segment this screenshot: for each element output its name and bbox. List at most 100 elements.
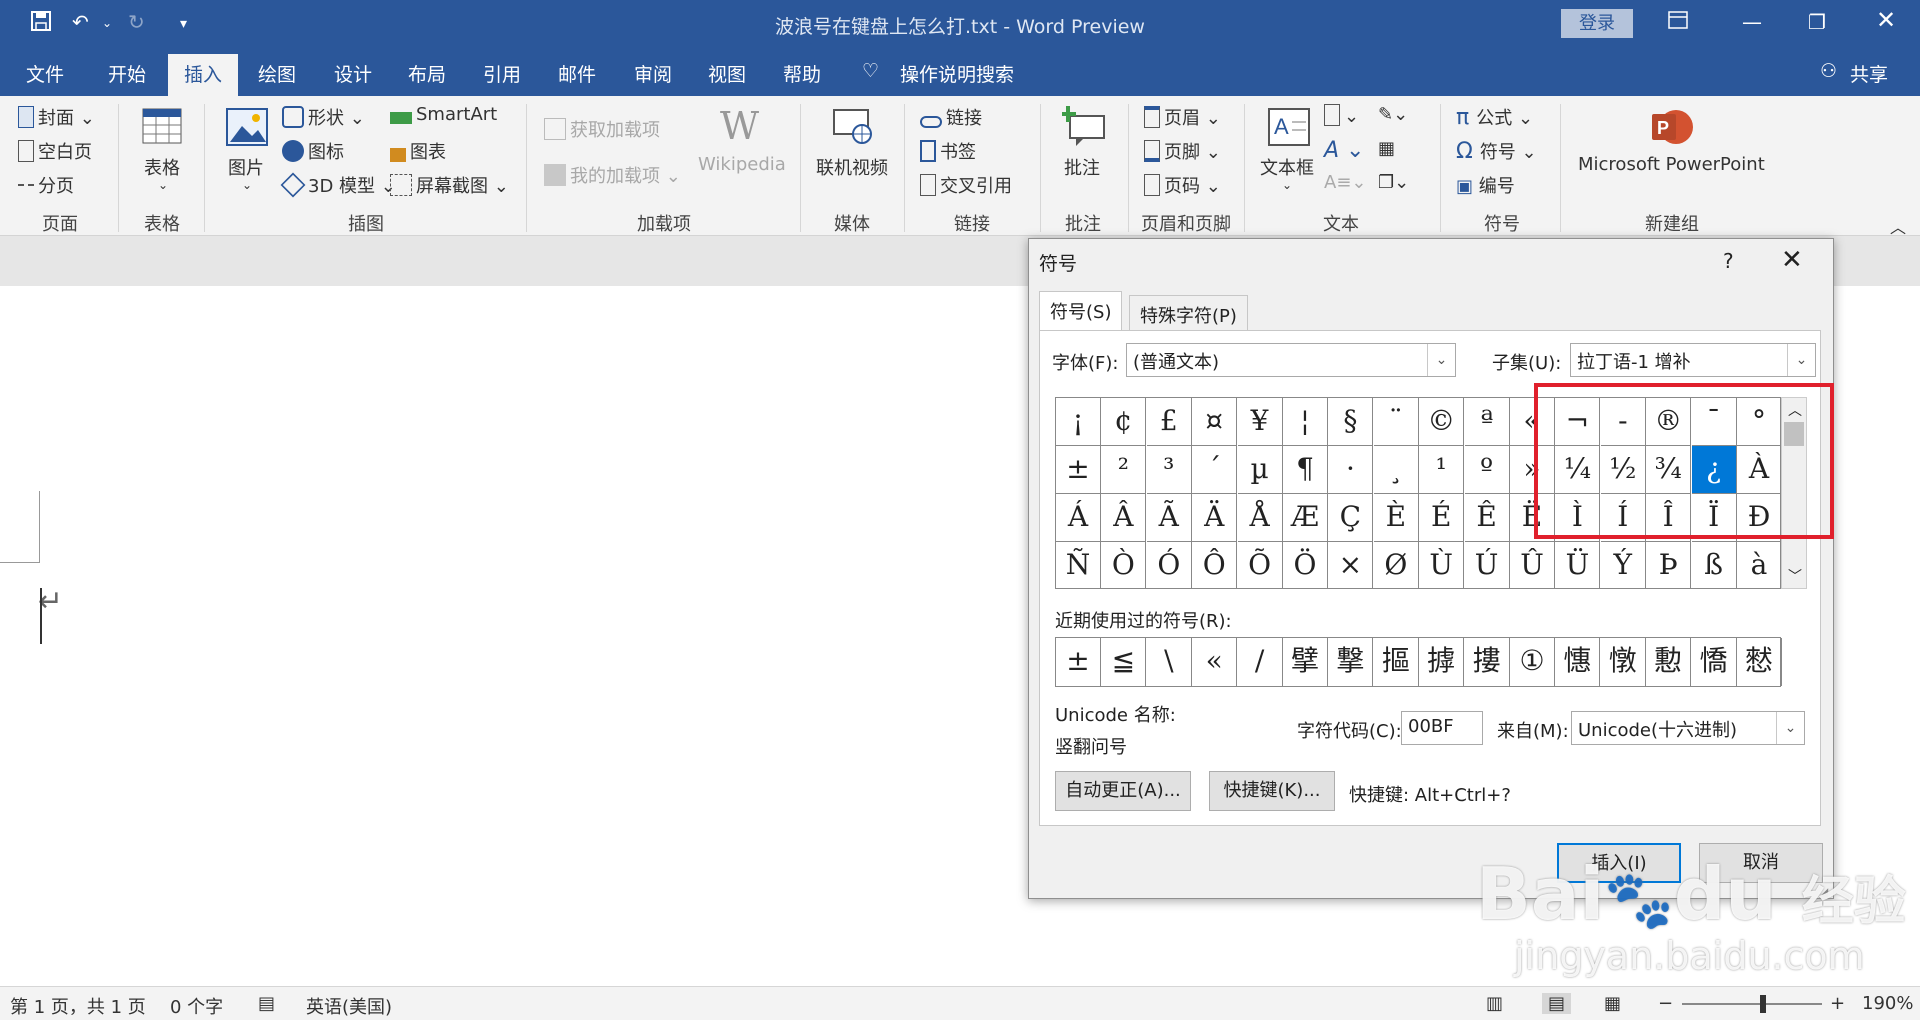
new-comment-icon[interactable] [1060, 106, 1106, 151]
my-addins-button[interactable]: 我的加载项 ⌄ [544, 162, 681, 188]
symbol-cell[interactable]: ª [1464, 398, 1510, 446]
symbol-cell[interactable]: © [1419, 398, 1465, 446]
powerpoint-button[interactable]: Microsoft PowerPoint [1578, 154, 1765, 175]
symbol-cell[interactable]: Ê [1464, 494, 1510, 542]
recent-symbol-cell[interactable]: 憖 [1737, 638, 1782, 686]
recent-symbol-cell[interactable]: 撃 [1328, 638, 1374, 686]
close-window-icon[interactable]: ✕ [1876, 6, 1896, 34]
recent-symbol-cell[interactable]: ± [1056, 638, 1101, 686]
tab-draw[interactable]: 绘图 [258, 60, 296, 87]
recent-symbol-cell[interactable]: 摳 [1374, 638, 1419, 686]
textbox-icon[interactable]: A [1268, 108, 1310, 151]
autocorrect-button[interactable]: 自动更正(A)... [1055, 771, 1191, 811]
table-icon[interactable] [142, 108, 182, 149]
tab-symbols[interactable]: 符号(S) [1039, 291, 1123, 331]
symbol-cell[interactable]: Ú [1465, 542, 1510, 588]
zoom-slider-thumb[interactable] [1760, 995, 1766, 1013]
textbox-button[interactable]: 文本框 [1260, 154, 1314, 180]
symbol-cell[interactable]: Õ [1238, 542, 1283, 588]
blank-page-button[interactable]: 空白页 [18, 138, 92, 164]
ribbon-display-icon[interactable] [1668, 10, 1688, 34]
zoom-slider[interactable] [1682, 1003, 1822, 1005]
zoom-level[interactable]: 190% [1862, 993, 1913, 1014]
drop-cap-icon[interactable]: A≡⌄ [1324, 172, 1366, 193]
symbol-cell[interactable]: Æ [1283, 494, 1328, 542]
login-button[interactable]: 登录 [1561, 9, 1633, 38]
tell-me-search[interactable]: 操作说明搜索 [900, 60, 1014, 87]
symbol-cell[interactable]: × [1328, 542, 1374, 588]
zoom-in-icon[interactable]: + [1830, 993, 1845, 1014]
tab-view[interactable]: 视图 [708, 60, 746, 87]
symbol-cell[interactable]: Û [1510, 542, 1555, 588]
quick-parts-icon[interactable]: ⌄ [1324, 104, 1359, 127]
symbol-cell[interactable]: ¦ [1283, 398, 1328, 446]
page-number-button[interactable]: 页码 ⌄ [1144, 172, 1221, 198]
symbol-cell[interactable]: Ù [1419, 542, 1465, 588]
symbol-cell[interactable]: Ò [1101, 542, 1147, 588]
symbol-cell[interactable]: Ý [1601, 542, 1646, 588]
symbol-cell[interactable]: ¢ [1101, 398, 1147, 446]
scroll-down-icon[interactable]: ﹀ [1788, 566, 1802, 586]
restore-icon[interactable]: ❐ [1808, 10, 1826, 34]
char-code-input[interactable]: 00BF [1401, 711, 1483, 745]
symbol-cell[interactable]: µ [1237, 446, 1283, 494]
symbol-cell[interactable]: Ô [1192, 542, 1238, 588]
symbol-cell[interactable]: Â [1101, 494, 1147, 542]
symbol-cell[interactable]: Ä [1192, 494, 1238, 542]
shortcut-key-button[interactable]: 快捷键(K)... [1209, 771, 1335, 811]
symbol-cell[interactable]: Ç [1328, 494, 1374, 542]
symbol-cell[interactable]: · [1328, 446, 1374, 494]
equation-button[interactable]: π 公式 ⌄ [1456, 104, 1533, 130]
symbol-cell[interactable]: ¡ [1056, 398, 1101, 446]
symbol-cell[interactable]: ³ [1146, 446, 1192, 494]
picture-button[interactable]: 图片 [228, 154, 264, 180]
tab-special-characters[interactable]: 特殊字符(P) [1129, 295, 1248, 331]
share-button[interactable]: 共享 [1850, 60, 1888, 87]
symbol-cell[interactable]: Ã [1146, 494, 1192, 542]
symbol-cell[interactable]: Ü [1555, 542, 1601, 588]
tab-design[interactable]: 设计 [334, 60, 372, 87]
symbol-button[interactable]: Ω 符号 ⌄ [1456, 138, 1537, 164]
picture-icon[interactable] [226, 108, 268, 151]
cross-reference-button[interactable]: 交叉引用 [920, 172, 1012, 198]
symbol-cell[interactable]: É [1419, 494, 1465, 542]
footer-button[interactable]: 页脚 ⌄ [1144, 138, 1221, 164]
recent-symbol-cell[interactable]: « [1192, 638, 1238, 686]
number-button[interactable]: ▣ 编号 [1456, 172, 1515, 198]
wikipedia-icon[interactable]: W [720, 104, 759, 148]
proofing-icon[interactable]: ▤ [258, 993, 275, 1014]
symbol-cell[interactable]: Å [1237, 494, 1283, 542]
date-time-icon[interactable]: ▦ [1378, 138, 1395, 159]
smartart-button[interactable]: SmartArt [390, 104, 497, 125]
chevron-down-icon[interactable]: ⌄ [1776, 712, 1804, 744]
page-break-button[interactable]: 分页 [18, 172, 74, 198]
recent-symbol-cell[interactable]: ≦ [1101, 638, 1147, 686]
tab-file[interactable]: 文件 [26, 60, 64, 87]
symbol-cell[interactable]: ´ [1192, 446, 1238, 494]
cover-page-button[interactable]: 封面 ⌄ [18, 104, 95, 130]
close-icon[interactable]: ✕ [1781, 245, 1803, 275]
symbol-cell[interactable]: § [1328, 398, 1374, 446]
recent-symbols[interactable]: ± ≦ \ «/ 擘撃摳摢摟 ① 憓憞憅憍憖 [1055, 637, 1782, 687]
symbol-cell[interactable]: ¥ [1237, 398, 1283, 446]
print-layout-icon[interactable]: ▤ [1542, 993, 1572, 1014]
symbol-cell[interactable]: ¸ [1373, 446, 1419, 494]
table-button[interactable]: 表格 [144, 154, 180, 180]
subset-select[interactable]: 拉丁语-1 增补 ⌄ [1570, 343, 1816, 377]
symbol-cell[interactable]: à [1737, 542, 1780, 588]
symbol-cell[interactable]: Á [1056, 494, 1101, 542]
wikipedia-button[interactable]: Wikipedia [698, 154, 786, 175]
chevron-down-icon[interactable]: ⌄ [1427, 344, 1455, 376]
3d-model-button[interactable]: 3D 模型 ⌄ [280, 172, 396, 198]
collapse-ribbon-icon[interactable]: ︿ [1890, 214, 1906, 238]
symbol-cell[interactable]: Ñ [1056, 542, 1101, 588]
tab-references[interactable]: 引用 [483, 60, 521, 87]
symbol-cell[interactable]: Ø [1374, 542, 1419, 588]
symbol-cell[interactable]: ¤ [1192, 398, 1238, 446]
link-button[interactable]: 链接 [920, 104, 982, 130]
tab-insert[interactable]: 插入 [168, 54, 239, 96]
font-select[interactable]: (普通文本) ⌄ [1126, 343, 1456, 377]
recent-symbol-cell[interactable]: 擘 [1283, 638, 1328, 686]
comment-button[interactable]: 批注 [1064, 154, 1100, 180]
symbol-cell[interactable]: Ó [1147, 542, 1192, 588]
